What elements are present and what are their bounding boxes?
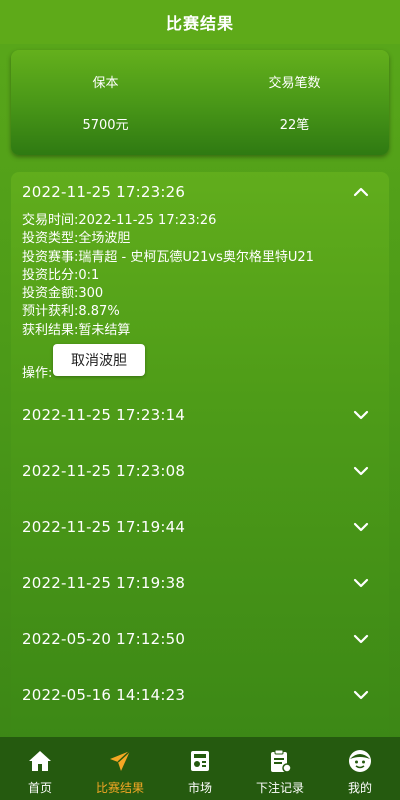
chevron-up-icon[interactable] [353, 184, 369, 200]
tab-label: 我的 [347, 781, 372, 795]
chevron-down-icon[interactable] [353, 687, 369, 703]
tab-mine[interactable]: 我的 [320, 737, 400, 800]
record-header[interactable]: 2022-11-25 17:19:38 [11, 563, 389, 603]
home-icon [29, 751, 51, 771]
chevron-down-icon[interactable] [353, 407, 369, 423]
record-date: 2022-11-25 17:23:26 [22, 183, 186, 201]
invest-match: 投资赛事:瑞青超 - 史柯瓦德U21vs奥尔格里特U21 [22, 249, 314, 265]
summary-card: 保本 5700元 交易笔数 22笔 [11, 50, 389, 155]
invest-type: 投资类型:全场波胆 [22, 231, 131, 247]
tab-label: 比赛结果 [95, 781, 144, 795]
chevron-down-icon[interactable] [353, 575, 369, 591]
operation-label: 操作: [22, 366, 53, 381]
record-date: 2022-11-25 17:19:38 [22, 574, 186, 592]
chevron-down-icon[interactable] [353, 519, 369, 535]
paper-plane-icon [110, 750, 131, 771]
clipboard-icon [271, 749, 292, 773]
principal-stat: 保本 5700元 [11, 50, 200, 155]
trade-count-stat: 交易笔数 22笔 [200, 50, 389, 155]
trade-count-label: 交易笔数 [268, 76, 321, 91]
record-date: 2022-11-25 17:23:08 [22, 462, 186, 480]
tab-bet-records[interactable]: 下注记录 [240, 737, 320, 800]
record-date: 2022-11-25 17:23:14 [22, 406, 186, 424]
market-icon [191, 751, 209, 771]
principal-label: 保本 [92, 76, 119, 91]
record-date: 2022-05-16 14:14:23 [22, 686, 186, 704]
records-list: 2022-11-25 17:23:26 交易时间:2022-11-25 17:2… [11, 172, 389, 742]
trade-count-value: 22笔 [279, 118, 310, 133]
record-header[interactable]: 2022-11-25 17:23:14 [11, 395, 389, 435]
bottom-tab-bar: 首页 比赛结果 市场 下注记录 我的 [0, 737, 400, 800]
page-title: 比赛结果 [165, 14, 234, 33]
tab-label: 下注记录 [255, 781, 304, 795]
record-header-expanded[interactable]: 2022-11-25 17:23:26 [11, 172, 389, 212]
tab-match-results[interactable]: 比赛结果 [80, 737, 160, 800]
face-icon [349, 750, 371, 772]
chevron-down-icon[interactable] [353, 631, 369, 647]
page-header: 比赛结果 [0, 0, 400, 44]
chevron-down-icon[interactable] [353, 463, 369, 479]
expected-profit: 预计获利:8.87% [22, 304, 120, 320]
tab-home[interactable]: 首页 [0, 737, 80, 800]
record-header[interactable]: 2022-05-16 14:14:23 [11, 675, 389, 715]
record-header[interactable]: 2022-11-25 17:23:08 [11, 451, 389, 491]
tab-market[interactable]: 市场 [160, 737, 240, 800]
record-date: 2022-05-20 17:12:50 [22, 630, 186, 648]
cancel-bet-button[interactable]: 取消波胆 [53, 344, 145, 376]
trade-time: 交易时间:2022-11-25 17:23:26 [22, 213, 217, 228]
record-details: 交易时间:2022-11-25 17:23:26 投资类型:全场波胆 投资赛事:… [22, 212, 314, 340]
invest-amount: 投资金额:300 [22, 286, 104, 302]
record-header[interactable]: 2022-11-25 17:19:44 [11, 507, 389, 547]
record-header[interactable]: 2022-05-20 17:12:50 [11, 619, 389, 659]
record-date: 2022-11-25 17:19:44 [22, 518, 186, 536]
invest-score: 投资比分:0:1 [22, 267, 100, 283]
principal-value: 5700元 [82, 118, 129, 133]
tab-label: 市场 [187, 781, 212, 795]
tab-label: 首页 [27, 781, 52, 795]
profit-result: 获利结果:暂未结算 [22, 322, 131, 338]
